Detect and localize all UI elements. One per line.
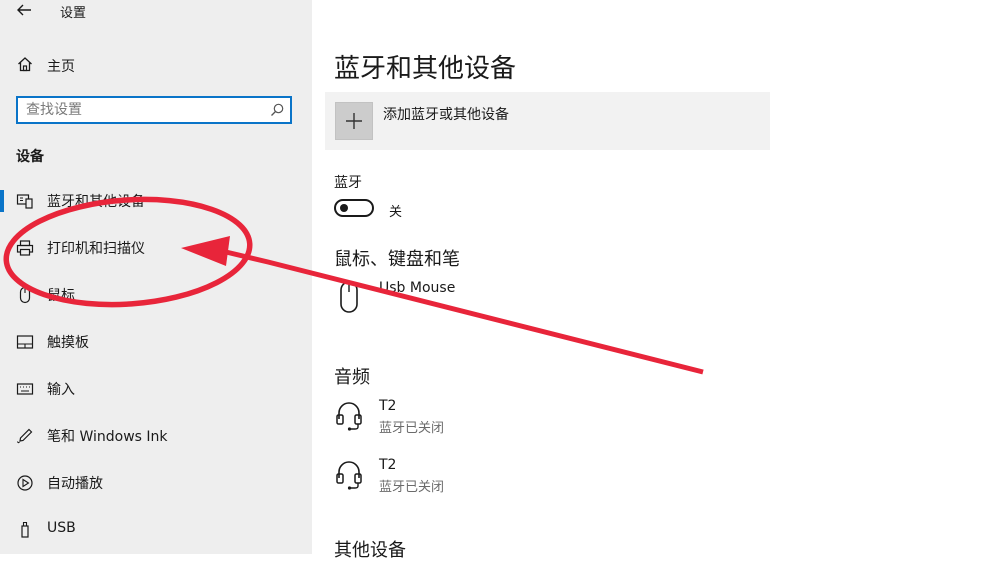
sidebar-item-label: 主页 bbox=[47, 59, 75, 75]
bluetooth-toggle-state: 关 bbox=[389, 205, 403, 220]
window-title: 设置 bbox=[60, 6, 87, 21]
back-button[interactable] bbox=[12, 0, 36, 22]
sidebar-item-label: 触摸板 bbox=[47, 335, 89, 351]
touchpad-icon bbox=[16, 335, 34, 349]
sidebar-item-input[interactable]: 输入 bbox=[0, 366, 312, 413]
sidebar-item-label: USB bbox=[47, 520, 76, 536]
sidebar-item-label: 自动播放 bbox=[47, 476, 103, 492]
bluetooth-toggle[interactable] bbox=[334, 199, 374, 217]
sidebar-item-autoplay[interactable]: 自动播放 bbox=[0, 460, 312, 507]
device-status: 蓝牙已关闭 bbox=[379, 480, 445, 495]
sidebar-item-pen[interactable]: 笔和 Windows Ink bbox=[0, 413, 312, 460]
bluetooth-devices-icon bbox=[16, 194, 33, 209]
plus-icon bbox=[346, 113, 362, 129]
add-device-button[interactable]: 添加蓝牙或其他设备 bbox=[325, 92, 770, 150]
device-status: 蓝牙已关闭 bbox=[379, 421, 445, 436]
sidebar-nav: 蓝牙和其他设备 打印机和扫描仪 鼠标 触摸板 输入 笔和 Windows Ink… bbox=[0, 178, 312, 554]
main-content: 蓝牙和其他设备 添加蓝牙或其他设备 蓝牙 关 鼠标、键盘和笔 Usb Mouse… bbox=[312, 0, 1000, 561]
device-item[interactable]: T2 蓝牙已关闭 bbox=[334, 457, 714, 501]
toggle-knob bbox=[340, 204, 348, 212]
printer-icon bbox=[16, 240, 34, 256]
mouse-keyboard-pen-heading: 鼠标、键盘和笔 bbox=[334, 249, 460, 270]
mouse-icon bbox=[340, 281, 358, 313]
add-tile-icon-box bbox=[335, 102, 373, 140]
device-name: T2 bbox=[379, 457, 397, 473]
bluetooth-heading: 蓝牙 bbox=[334, 175, 362, 191]
audio-heading: 音频 bbox=[334, 367, 370, 388]
active-indicator bbox=[0, 190, 4, 212]
sidebar-item-label: 打印机和扫描仪 bbox=[47, 241, 145, 257]
headset-icon bbox=[336, 461, 362, 490]
device-name: Usb Mouse bbox=[379, 280, 456, 296]
title-bar: 设置 bbox=[0, 0, 312, 24]
usb-icon bbox=[21, 521, 29, 538]
device-item[interactable]: Usb Mouse bbox=[334, 280, 714, 324]
sidebar-item-mouse[interactable]: 鼠标 bbox=[0, 272, 312, 319]
sidebar-item-label: 鼠标 bbox=[47, 288, 75, 304]
autoplay-icon bbox=[17, 475, 33, 491]
sidebar-item-touchpad[interactable]: 触摸板 bbox=[0, 319, 312, 366]
sidebar-item-bluetooth[interactable]: 蓝牙和其他设备 bbox=[0, 178, 312, 225]
sidebar-item-printers[interactable]: 打印机和扫描仪 bbox=[0, 225, 312, 272]
mouse-icon bbox=[19, 286, 31, 304]
back-arrow-icon bbox=[17, 4, 31, 16]
search-icon[interactable] bbox=[269, 102, 285, 118]
other-devices-heading: 其他设备 bbox=[334, 540, 406, 561]
sidebar-item-label: 笔和 Windows Ink bbox=[47, 429, 168, 445]
section-heading-devices: 设备 bbox=[16, 149, 44, 165]
pen-icon bbox=[16, 428, 33, 444]
search-box[interactable] bbox=[16, 96, 292, 124]
sidebar-item-usb[interactable]: USB bbox=[0, 507, 312, 554]
sidebar-item-home[interactable]: 主页 bbox=[0, 50, 312, 80]
device-item[interactable]: T2 蓝牙已关闭 bbox=[334, 398, 714, 442]
keyboard-icon bbox=[16, 383, 34, 395]
search-input[interactable] bbox=[26, 101, 266, 119]
sidebar-item-label: 蓝牙和其他设备 bbox=[47, 194, 145, 210]
add-device-label: 添加蓝牙或其他设备 bbox=[383, 107, 509, 123]
page-title: 蓝牙和其他设备 bbox=[334, 54, 517, 84]
device-name: T2 bbox=[379, 398, 397, 414]
home-icon bbox=[18, 57, 32, 72]
sidebar-item-label: 输入 bbox=[47, 382, 75, 398]
headset-icon bbox=[336, 402, 362, 431]
settings-sidebar: 设置 主页 设备 蓝牙和其他设备 bbox=[0, 0, 312, 554]
